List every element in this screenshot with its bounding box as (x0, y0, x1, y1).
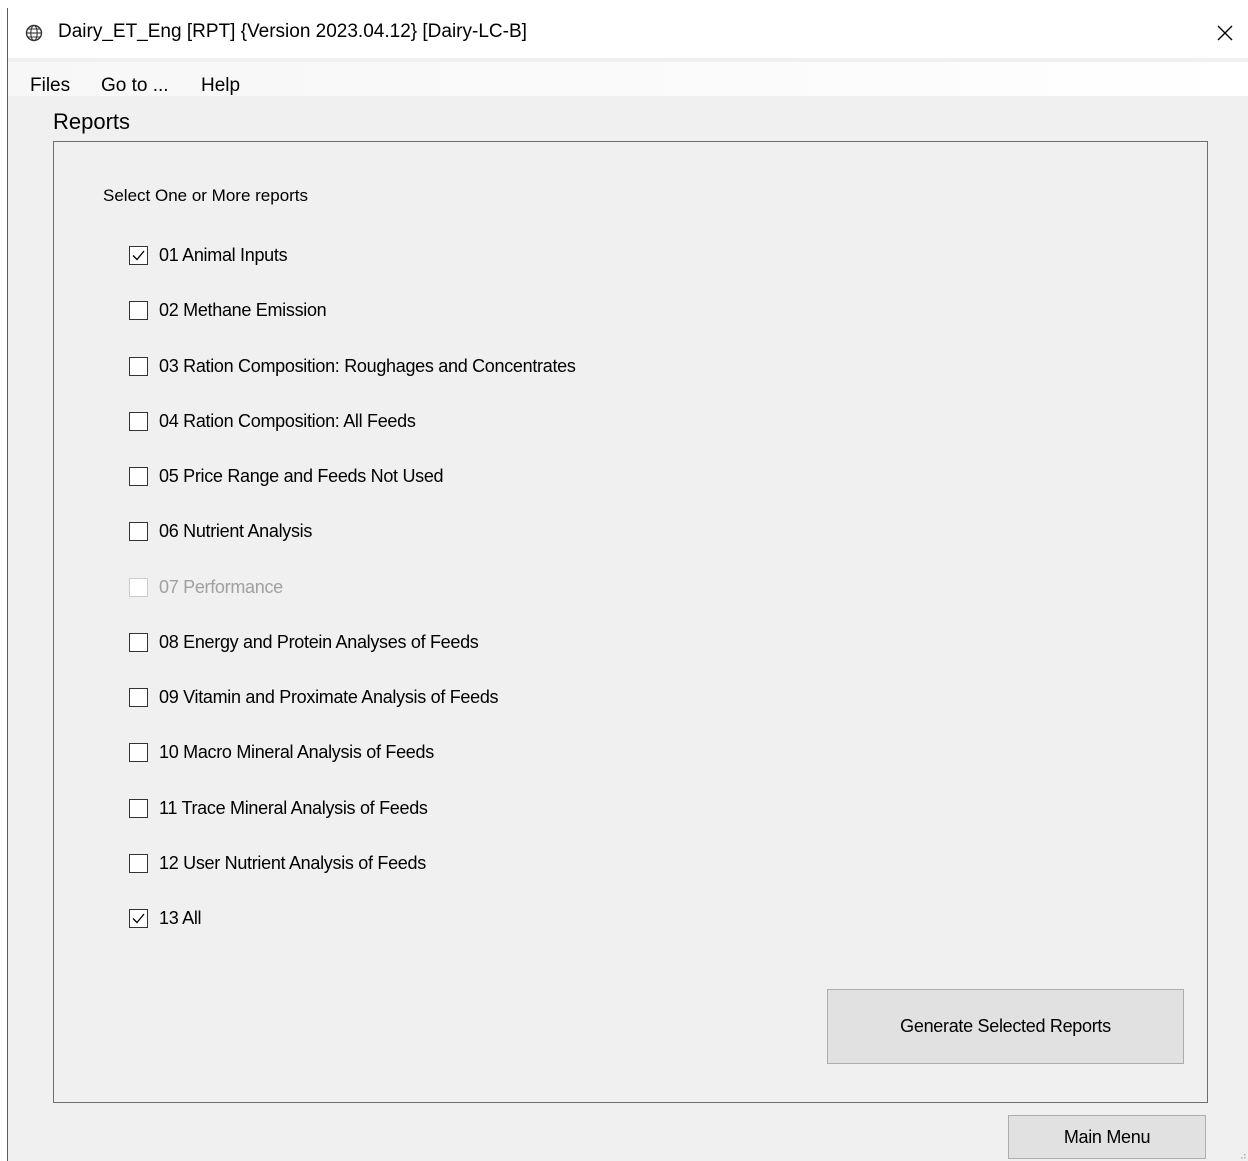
report-item[interactable]: 13 All (129, 906, 202, 930)
reports-group-box (53, 141, 1208, 1103)
report-item-label: 05 Price Range and Feeds Not Used (159, 465, 444, 486)
report-checkbox[interactable] (129, 466, 148, 486)
report-item-label: 03 Ration Composition: Roughages and Con… (159, 355, 576, 376)
report-item-label: 11 Trace Mineral Analysis of Feeds (159, 797, 428, 818)
report-checkbox[interactable] (129, 853, 148, 873)
menu-help[interactable]: Help (201, 75, 240, 97)
report-item-label: 01 Animal Inputs (159, 244, 288, 265)
report-item-label: 06 Nutrient Analysis (159, 520, 313, 541)
instruction-text: Select One or More reports (103, 186, 309, 205)
report-item-label: 07 Performance (159, 576, 283, 597)
report-item-label: 13 All (159, 907, 202, 928)
resize-grip-icon[interactable] (1236, 1149, 1246, 1159)
report-item-label: 10 Macro Mineral Analysis of Feeds (159, 741, 434, 762)
menu-bar: Files Go to ... Help (8, 62, 1248, 96)
report-item[interactable]: 08 Energy and Protein Analyses of Feeds (129, 630, 479, 654)
report-checkbox[interactable] (129, 245, 148, 265)
report-item[interactable]: 02 Methane Emission (129, 298, 327, 322)
report-item[interactable]: 12 User Nutrient Analysis of Feeds (129, 851, 426, 875)
close-icon (1217, 25, 1233, 41)
report-item[interactable]: 09 Vitamin and Proximate Analysis of Fee… (129, 685, 499, 709)
report-item-label: 08 Energy and Protein Analyses of Feeds (159, 631, 479, 652)
report-item-label: 12 User Nutrient Analysis of Feeds (159, 852, 426, 873)
globe-icon (25, 24, 43, 42)
report-item[interactable]: 04 Ration Composition: All Feeds (129, 409, 416, 433)
close-button[interactable] (1202, 8, 1248, 58)
report-checkbox[interactable] (129, 798, 148, 818)
report-item-label: 04 Ration Composition: All Feeds (159, 410, 416, 431)
report-item[interactable]: 06 Nutrient Analysis (129, 519, 312, 543)
report-checkbox[interactable] (129, 411, 148, 431)
menu-files[interactable]: Files (30, 75, 70, 97)
report-checkbox[interactable] (129, 356, 148, 376)
main-menu-button[interactable]: Main Menu (1008, 1115, 1206, 1159)
report-checkbox (129, 577, 148, 597)
menu-goto[interactable]: Go to ... (101, 75, 169, 97)
report-item[interactable]: 11 Trace Mineral Analysis of Feeds (129, 796, 428, 820)
report-item: 07 Performance (129, 575, 283, 599)
report-item[interactable]: 05 Price Range and Feeds Not Used (129, 464, 444, 488)
report-item-label: 02 Methane Emission (159, 299, 327, 320)
report-item[interactable]: 10 Macro Mineral Analysis of Feeds (129, 740, 434, 764)
report-item-label: 09 Vitamin and Proximate Analysis of Fee… (159, 686, 499, 707)
report-checkbox[interactable] (129, 687, 148, 707)
checkmark-icon (132, 250, 145, 260)
app-window: Dairy_ET_Eng [RPT] {Version 2023.04.12} … (7, 8, 1248, 1161)
title-bar: Dairy_ET_Eng [RPT] {Version 2023.04.12} … (8, 8, 1248, 58)
report-checkbox[interactable] (129, 908, 148, 928)
report-checkbox[interactable] (129, 742, 148, 762)
reports-group-label: Reports (53, 109, 131, 134)
report-item[interactable]: 01 Animal Inputs (129, 243, 288, 267)
checkmark-icon (132, 913, 145, 923)
report-checkbox[interactable] (129, 300, 148, 320)
generate-reports-button[interactable]: Generate Selected Reports (827, 989, 1184, 1064)
report-checkbox[interactable] (129, 632, 148, 652)
window-title: Dairy_ET_Eng [RPT] {Version 2023.04.12} … (58, 21, 527, 42)
report-checkbox[interactable] (129, 521, 148, 541)
report-item[interactable]: 03 Ration Composition: Roughages and Con… (129, 354, 576, 378)
